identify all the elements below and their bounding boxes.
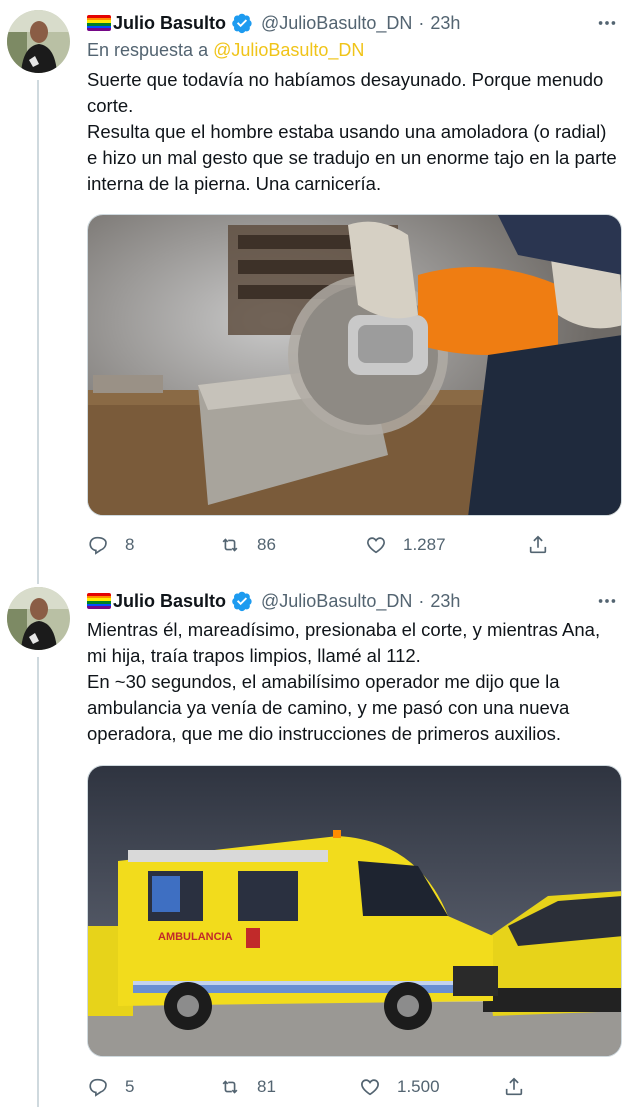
tweet-paragraph: Resulta que el hombre estaba usando una … xyxy=(87,121,617,194)
separator-dot: · xyxy=(418,590,425,611)
retweet-count: 81 xyxy=(257,1077,276,1096)
like-count: 1.500 xyxy=(397,1077,440,1096)
heart-icon xyxy=(367,537,385,554)
tweet-actions: 5 81 1.500 xyxy=(87,1072,557,1102)
more-options-icon[interactable] xyxy=(594,10,620,36)
tweet[interactable]: Julio Basulto @JulioBasulto_DN · 23h En … xyxy=(0,0,632,575)
tweet-image-grinder[interactable] xyxy=(87,214,622,516)
ambulance-label: AMBULANCIA xyxy=(158,931,233,943)
tweet-paragraph: Suerte que todavía no habíamos desayunad… xyxy=(87,69,604,116)
author-name[interactable]: Julio Basulto xyxy=(113,13,226,34)
verified-badge-icon xyxy=(232,13,252,34)
like-count: 1.287 xyxy=(403,535,446,554)
rainbow-flag-icon xyxy=(87,15,111,31)
tweet-image-ambulance[interactable]: AMBULANCIA xyxy=(87,765,622,1057)
like-button[interactable]: 1.287 xyxy=(365,530,446,560)
timestamp[interactable]: 23h xyxy=(430,13,460,34)
retweet-count: 86 xyxy=(257,535,276,554)
reply-context: En respuesta a @JulioBasulto_DN xyxy=(87,40,364,61)
retweet-icon xyxy=(222,1080,238,1094)
author-name[interactable]: Julio Basulto xyxy=(113,591,226,612)
reply-prefix: En respuesta a xyxy=(87,40,209,60)
separator-dot: · xyxy=(418,12,425,33)
tweet-text: Suerte que todavía no habíamos desayunad… xyxy=(87,67,617,197)
reply-icon xyxy=(89,536,107,555)
avatar[interactable] xyxy=(7,10,70,73)
tweet-header: Julio Basulto @JulioBasulto_DN · 23h xyxy=(87,588,460,614)
reply-button[interactable]: 8 xyxy=(87,530,134,560)
tweet-paragraph: En ~30 segundos, el amabilísimo operador… xyxy=(87,671,570,744)
reply-button[interactable]: 5 xyxy=(87,1072,134,1102)
share-icon xyxy=(505,1077,523,1096)
tweet-text: Mientras él, mareadísimo, presionaba el … xyxy=(87,617,617,747)
timestamp[interactable]: 23h xyxy=(430,591,460,612)
thread-line xyxy=(37,657,39,1107)
tweet-header: Julio Basulto @JulioBasulto_DN · 23h xyxy=(87,10,460,36)
thread-line xyxy=(37,575,39,584)
author-handle[interactable]: @JulioBasulto_DN xyxy=(261,591,412,612)
heart-icon xyxy=(361,1079,379,1096)
more-options-icon[interactable] xyxy=(594,588,620,614)
verified-badge-icon xyxy=(232,591,252,612)
share-button[interactable] xyxy=(527,530,565,560)
author-handle[interactable]: @JulioBasulto_DN xyxy=(261,13,412,34)
reply-count: 8 xyxy=(125,535,135,554)
share-button[interactable] xyxy=(503,1072,541,1102)
tweet-paragraph: Mientras él, mareadísimo, presionaba el … xyxy=(87,619,601,666)
reply-mention-link[interactable]: @JulioBasulto_DN xyxy=(213,40,364,60)
tweet[interactable]: Julio Basulto @JulioBasulto_DN · 23h Mie… xyxy=(0,575,632,1107)
retweet-button[interactable]: 86 xyxy=(219,530,276,560)
like-button[interactable]: 1.500 xyxy=(359,1072,440,1102)
avatar[interactable] xyxy=(7,587,70,650)
tweet-actions: 8 86 1.287 xyxy=(87,530,557,560)
reply-count: 5 xyxy=(125,1077,135,1096)
thread-line xyxy=(37,80,39,575)
reply-icon xyxy=(89,1078,107,1097)
retweet-button[interactable]: 81 xyxy=(219,1072,276,1102)
share-icon xyxy=(529,535,547,554)
retweet-icon xyxy=(222,538,238,552)
rainbow-flag-icon xyxy=(87,593,111,609)
